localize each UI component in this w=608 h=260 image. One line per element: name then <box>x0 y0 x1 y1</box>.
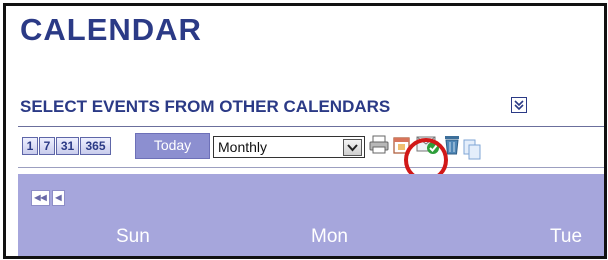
chevron-down-icon <box>347 144 358 152</box>
day-header-sun: Sun <box>116 226 150 247</box>
screenshot-frame: CALENDAR SELECT EVENTS FROM OTHER CALEND… <box>3 3 607 259</box>
today-button[interactable]: Today <box>135 133 210 159</box>
view-month-button[interactable]: 31 <box>56 137 79 155</box>
calendar-toolbar: 1 7 31 365 Today Monthly <box>18 126 604 168</box>
view-select-value: Monthly <box>218 139 268 155</box>
previous-period-button[interactable]: ◀ <box>52 190 65 206</box>
view-select[interactable]: Monthly <box>213 136 365 158</box>
expand-section-button[interactable] <box>511 97 527 113</box>
view-day-button[interactable]: 1 <box>22 137 38 155</box>
previous-period-fast-button[interactable]: ◀◀ <box>31 190 50 206</box>
day-header-mon: Mon <box>311 226 348 247</box>
copy-icon[interactable] <box>462 138 482 162</box>
dropdown-arrow[interactable] <box>343 139 362 156</box>
view-week-button[interactable]: 7 <box>39 137 55 155</box>
print-icon[interactable] <box>368 134 390 156</box>
day-header-tue: Tue <box>550 226 583 247</box>
calendar-grid-header: ◀◀ ◀ Sun Mon Tue <box>18 174 604 256</box>
section-title: SELECT EVENTS FROM OTHER CALENDARS <box>20 97 391 116</box>
view-year-button[interactable]: 365 <box>80 137 111 155</box>
page-title: CALENDAR <box>20 12 202 47</box>
double-chevron-down-icon <box>514 100 524 111</box>
